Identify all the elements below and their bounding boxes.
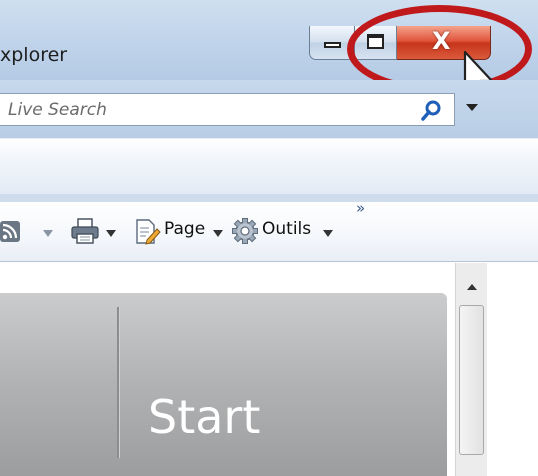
search-toolbar [0, 80, 538, 138]
gear-icon[interactable] [232, 218, 258, 244]
feeds-dropdown-icon[interactable] [42, 229, 54, 238]
tools-dropdown-icon[interactable] [322, 229, 334, 238]
search-icon[interactable] [420, 100, 442, 122]
start-tile-label: Start [148, 390, 261, 444]
search-box [0, 93, 455, 126]
start-tile[interactable]: Start [0, 293, 447, 476]
page-menu-label[interactable]: Page [164, 219, 205, 239]
tools-menu-label[interactable]: Outils [262, 219, 311, 239]
scrollbar-thumb[interactable] [459, 305, 484, 455]
print-dropdown-icon[interactable] [105, 229, 117, 238]
page-dropdown-icon[interactable] [212, 229, 224, 238]
printer-icon[interactable] [70, 216, 100, 246]
page-icon[interactable] [135, 218, 161, 246]
scroll-up-icon[interactable] [456, 275, 488, 301]
favorites-bar-divider [0, 194, 538, 202]
rss-icon[interactable] [0, 220, 22, 244]
window-title: xplorer [0, 44, 68, 66]
vertical-scrollbar[interactable] [455, 263, 487, 476]
command-bar: Page Outils » [0, 199, 538, 262]
search-dropdown-icon[interactable] [464, 100, 480, 114]
command-bar-overflow[interactable]: » [356, 199, 365, 217]
minimize-icon [324, 42, 341, 48]
tile-divider [117, 307, 119, 458]
favorites-bar [0, 138, 538, 202]
search-input[interactable] [8, 96, 408, 124]
